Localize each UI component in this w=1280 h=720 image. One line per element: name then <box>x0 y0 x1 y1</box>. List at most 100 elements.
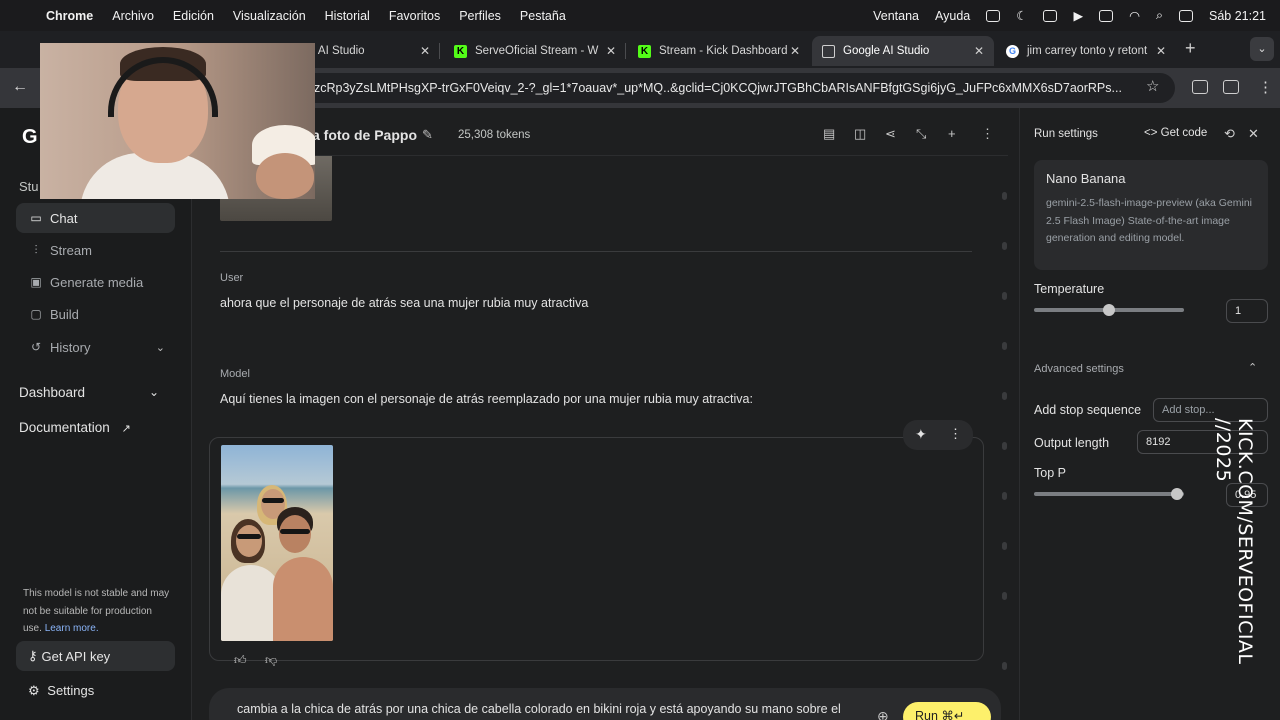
close-icon[interactable]: ✕ <box>974 44 984 58</box>
more-options-icon[interactable]: ⋮ <box>949 426 962 442</box>
menu-favoritos[interactable]: Favoritos <box>389 9 440 23</box>
tab-google-ai-studio-active[interactable]: Google AI Studio ✕ <box>812 36 994 66</box>
new-tab-button[interactable]: + <box>1185 38 1196 59</box>
menu-chrome[interactable]: Chrome <box>46 9 93 23</box>
search-icon[interactable]: ⌕ <box>1156 8 1163 23</box>
battery-icon[interactable] <box>1099 9 1114 22</box>
menu-archivo[interactable]: Archivo <box>112 9 154 23</box>
stop-sequence-label: Add stop sequence <box>1034 403 1142 417</box>
studio-label: Stu <box>19 179 39 194</box>
wifi-icon[interactable]: ◠ <box>1129 8 1140 23</box>
thumbs-down-icon[interactable]: 👎︎ <box>265 653 277 668</box>
get-api-key-button[interactable]: ⚷ Get API key <box>16 641 175 671</box>
advanced-settings-label[interactable]: Advanced settings <box>1034 363 1124 375</box>
kick-icon: K <box>638 44 651 58</box>
google-icon: G <box>1006 44 1019 58</box>
tab-kick-dashboard[interactable]: K Stream - Kick Dashboard ✕ <box>628 36 810 66</box>
extension-icon[interactable] <box>1223 80 1239 94</box>
moon-icon[interactable]: ☾ <box>1016 8 1027 23</box>
top-p-label: Top P <box>1034 466 1066 480</box>
sidebar-dashboard-label: Dashboard <box>19 385 86 400</box>
temperature-label: Temperature <box>1034 282 1105 296</box>
turn-divider <box>220 251 972 252</box>
clock[interactable]: Sáb 21:21 <box>1209 9 1266 23</box>
settings-button[interactable]: ⚙ Settings <box>28 683 94 699</box>
more-options-icon[interactable]: ⋮ <box>981 126 994 142</box>
tab-jim-carrey[interactable]: G jim carrey tonto y retont ✕ <box>996 36 1176 66</box>
menu-historial[interactable]: Historial <box>325 9 370 23</box>
sidebar-dashboard[interactable]: Dashboard ⌄ <box>19 385 159 400</box>
generated-image[interactable] <box>221 445 333 641</box>
menu-perfiles[interactable]: Perfiles <box>459 9 501 23</box>
chevron-up-icon[interactable]: ⌃ <box>1248 361 1257 374</box>
close-icon[interactable]: ✕ <box>420 44 430 58</box>
sidebar-documentation[interactable]: Documentation ↗ <box>19 420 131 435</box>
control-center-icon[interactable] <box>1179 9 1193 22</box>
sidebar-item-label: Chat <box>50 210 78 226</box>
thumbs-up-icon[interactable]: 👍︎ <box>234 653 247 668</box>
sidebar-item-stream[interactable]: ⫶ Stream <box>16 235 175 265</box>
tab-title: Google AI Studio <box>843 45 930 57</box>
bookmark-star-icon[interactable]: ☆ <box>1146 77 1159 95</box>
chat-scrollbar[interactable] <box>1002 192 1008 672</box>
close-icon[interactable]: ✕ <box>1156 44 1166 58</box>
top-p-slider[interactable] <box>1034 488 1184 500</box>
temperature-input[interactable]: 1 <box>1226 299 1268 323</box>
new-chat-icon[interactable]: + <box>948 126 956 141</box>
menu-ayuda[interactable]: Ayuda <box>935 9 970 23</box>
sidebar-documentation-label: Documentation <box>19 420 110 435</box>
temperature-slider[interactable] <box>1034 304 1184 316</box>
run-button[interactable]: Run ⌘↵ <box>903 702 991 720</box>
copy-icon[interactable]: ▤ <box>823 126 835 142</box>
model-selector[interactable]: Nano Banana gemini-2.5-flash-image-previ… <box>1034 160 1268 270</box>
learn-more-link[interactable]: Learn more. <box>45 623 99 634</box>
share-icon[interactable]: ⋖ <box>885 126 896 142</box>
close-icon[interactable]: ✕ <box>1248 126 1259 142</box>
sidebar-item-generate-media[interactable]: ▣ Generate media <box>16 267 175 297</box>
get-code-button[interactable]: <> Get code <box>1144 127 1207 139</box>
menu-ventana[interactable]: Ventana <box>873 9 919 23</box>
macos-menubar: Chrome Archivo Edición Visualización His… <box>0 0 1280 31</box>
run-settings-title: Run settings <box>1034 128 1098 140</box>
display-icon[interactable] <box>1043 9 1058 22</box>
image-actions: ✦ ⋮ <box>903 420 973 450</box>
reset-icon[interactable]: ⟲ <box>1224 126 1235 142</box>
compare-icon[interactable]: ◫ <box>854 126 866 142</box>
prompt-input-box[interactable]: cambia a la chica de atrás por una chica… <box>209 688 1001 720</box>
compress-icon[interactable]: ⤡ <box>916 126 926 142</box>
sidebar-item-build[interactable]: ▢ Build <box>16 299 175 329</box>
edit-pencil-icon[interactable]: ✎ <box>422 127 433 143</box>
reading-list-icon[interactable] <box>1192 80 1208 94</box>
back-arrow-icon[interactable]: ← <box>12 78 28 96</box>
settings-label: Settings <box>47 683 95 698</box>
close-icon[interactable]: ✕ <box>606 44 616 58</box>
sidebar-item-history[interactable]: ↺ History ⌄ <box>16 332 175 362</box>
tab-search-button[interactable]: ⌄ <box>1250 37 1274 61</box>
get-code-label: Get code <box>1160 127 1208 139</box>
sparkle-icon[interactable]: ✦ <box>915 426 927 443</box>
play-icon[interactable]: ▶ <box>1073 8 1083 23</box>
output-length-label: Output length <box>1034 436 1110 450</box>
address-bar[interactable]: zcRp3yZsLMtPHsgXP-trGxF0Veiqv_2-?_gl=1*7… <box>300 73 1175 103</box>
history-icon: ↺ <box>30 340 42 354</box>
slider-knob[interactable] <box>1170 488 1183 500</box>
prompt-input[interactable]: cambia a la chica de atrás por una chica… <box>237 702 877 716</box>
model-description: gemini-2.5-flash-image-preview (aka Gemi… <box>1046 197 1252 244</box>
kick-icon: K <box>454 44 467 58</box>
build-icon: ▢ <box>30 307 42 321</box>
prompt-title[interactable]: a foto de Pappo <box>312 127 417 143</box>
status-app-icon[interactable] <box>986 9 1001 22</box>
chrome-menu-icon[interactable]: ⋮ <box>1258 78 1273 96</box>
menu-edicion[interactable]: Edición <box>173 9 214 23</box>
sidebar-item-chat[interactable]: ▭ Chat <box>16 203 175 233</box>
add-media-icon[interactable]: ⊕ <box>877 708 889 720</box>
stream-watermark: KICK.COM/SERVEOFICIAL //2025 <box>1212 418 1256 665</box>
menu-pestana[interactable]: Pestaña <box>520 9 566 23</box>
google-logo[interactable]: G <box>22 126 38 149</box>
menu-visualizacion[interactable]: Visualización <box>233 9 306 23</box>
sidebar-item-label: Build <box>50 306 79 322</box>
stream-icon: ⫶ <box>34 242 38 257</box>
close-icon[interactable]: ✕ <box>790 44 800 58</box>
tab-serveoficial-stream[interactable]: K ServeOficial Stream - W ✕ <box>444 36 626 66</box>
slider-knob[interactable] <box>1103 304 1115 316</box>
